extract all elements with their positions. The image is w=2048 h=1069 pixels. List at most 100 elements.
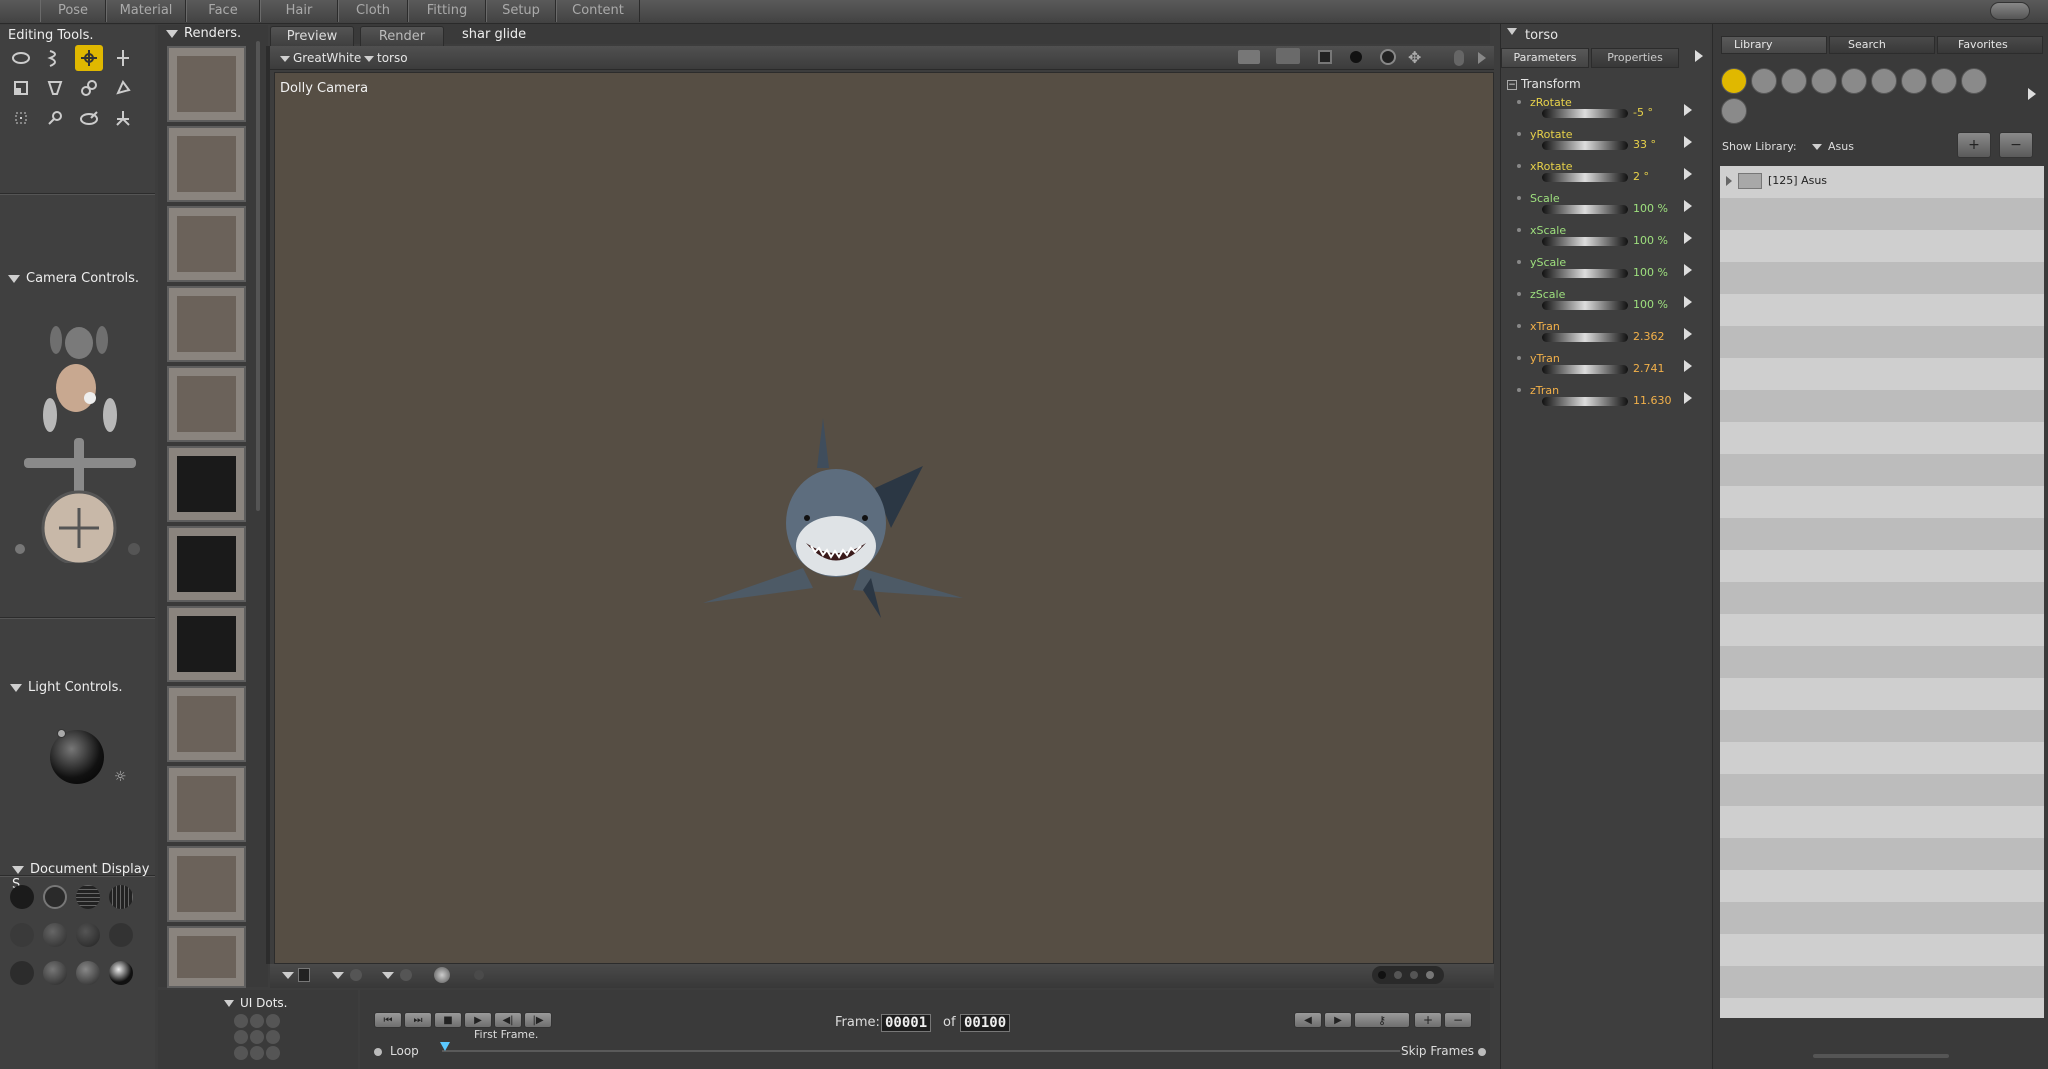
texture-shaded-style-icon[interactable] xyxy=(76,961,100,985)
view-magnifier-icon[interactable] xyxy=(41,105,69,131)
render-thumbnail[interactable] xyxy=(167,126,246,202)
param-menu-arrow-icon[interactable] xyxy=(1684,104,1692,116)
param-value[interactable]: 2 ° xyxy=(1633,170,1649,183)
next-frame-button[interactable]: |▶ xyxy=(524,1012,552,1028)
parameters-menu-arrow[interactable] xyxy=(1695,50,1703,62)
param-yscale[interactable]: yScale 100 % xyxy=(1505,256,1695,288)
tab-cloth[interactable]: Cloth xyxy=(338,0,408,22)
param-dial[interactable] xyxy=(1542,205,1628,214)
camera-control-widget[interactable] xyxy=(14,293,144,563)
param-zrotate[interactable]: zRotate -5 ° xyxy=(1505,96,1695,128)
expressions-category-icon[interactable] xyxy=(1781,68,1807,94)
light-sphere[interactable] xyxy=(50,730,104,784)
light-handle[interactable] xyxy=(57,729,66,738)
render-thumbnail[interactable] xyxy=(167,686,246,762)
render-thumbnail[interactable] xyxy=(167,286,246,362)
param-menu-arrow-icon[interactable] xyxy=(1684,392,1692,404)
param-ztran[interactable]: zTran 11.630 xyxy=(1505,384,1695,416)
tab-face[interactable]: Face xyxy=(186,0,260,22)
param-xrotate[interactable]: xRotate 2 ° xyxy=(1505,160,1695,192)
translate-tool-icon[interactable] xyxy=(75,45,103,71)
render-thumbnail[interactable] xyxy=(167,606,246,682)
tab-content[interactable]: Content xyxy=(556,0,640,22)
param-value[interactable]: 2.362 xyxy=(1633,330,1665,343)
group-collapse-icon[interactable]: − xyxy=(1507,80,1517,90)
param-value[interactable]: 2.741 xyxy=(1633,362,1665,375)
figure-circle-menu-icon[interactable] xyxy=(282,972,294,979)
chain-break-icon[interactable] xyxy=(75,75,103,101)
ui-dot[interactable] xyxy=(266,1014,280,1028)
edit-keyframes-button[interactable]: ⚷ xyxy=(1354,1012,1410,1028)
wireframe-style-icon[interactable] xyxy=(76,885,100,909)
expand-arrow-icon[interactable] xyxy=(1726,176,1732,186)
morph-brush-icon[interactable] xyxy=(75,105,103,131)
param-menu-arrow-icon[interactable] xyxy=(1684,168,1692,180)
scenes-category-icon[interactable] xyxy=(1721,98,1747,124)
render-thumbnail[interactable] xyxy=(167,206,246,282)
param-dial[interactable] xyxy=(1542,141,1628,150)
param-dial[interactable] xyxy=(1542,301,1628,310)
shading-ball-icon[interactable] xyxy=(1350,51,1362,63)
param-yrotate[interactable]: yRotate 33 ° xyxy=(1505,128,1695,160)
param-dial[interactable] xyxy=(1542,173,1628,182)
skip-frames-toggle[interactable] xyxy=(1478,1048,1486,1056)
render-thumbnail[interactable] xyxy=(167,846,246,922)
loop-toggle[interactable] xyxy=(374,1048,382,1056)
param-value[interactable]: 33 ° xyxy=(1633,138,1656,151)
scale-tool-icon[interactable] xyxy=(7,75,35,101)
props-category-icon[interactable] xyxy=(1871,68,1897,94)
ui-dot[interactable] xyxy=(250,1030,264,1044)
depth-cue-icon[interactable] xyxy=(350,969,362,981)
tab-hair[interactable]: Hair xyxy=(260,0,338,22)
grouping-tool-icon[interactable] xyxy=(7,105,35,131)
param-zscale[interactable]: zScale 100 % xyxy=(1505,288,1695,320)
actor-menu[interactable]: torso xyxy=(364,51,408,65)
remove-library-button[interactable]: − xyxy=(1999,132,2033,158)
hidden-line-style-icon[interactable] xyxy=(109,885,133,909)
rotate-tool-icon[interactable] xyxy=(7,45,35,71)
window-control-icon[interactable] xyxy=(1990,2,2030,20)
param-xscale[interactable]: xScale 100 % xyxy=(1505,224,1695,256)
poses-category-icon[interactable] xyxy=(1751,68,1777,94)
param-dial[interactable] xyxy=(1542,365,1628,374)
next-key-button[interactable]: ▶ xyxy=(1324,1012,1352,1028)
ui-dot[interactable] xyxy=(234,1014,248,1028)
lights-category-icon[interactable] xyxy=(1901,68,1927,94)
show-library-select[interactable]: Asus xyxy=(1812,140,1854,153)
tab-fitting[interactable]: Fitting xyxy=(408,0,486,22)
tab-favorites[interactable]: Favorites xyxy=(1937,36,2043,54)
go-to-start-button[interactable]: ⏮ xyxy=(374,1012,402,1028)
camera-icon[interactable] xyxy=(1238,50,1260,64)
render-area-icon[interactable] xyxy=(1318,50,1332,64)
tab-material[interactable]: Material xyxy=(106,0,186,22)
zoom-knob-icon[interactable] xyxy=(1454,50,1464,66)
param-menu-arrow-icon[interactable] xyxy=(1684,136,1692,148)
param-dial[interactable] xyxy=(1542,397,1628,406)
box-tracking-icon[interactable] xyxy=(298,968,310,982)
move-view-icon[interactable]: ✥ xyxy=(1408,48,1421,67)
render-thumbnail[interactable] xyxy=(167,926,246,988)
tab-setup[interactable]: Setup xyxy=(486,0,556,22)
camera-pair-icon[interactable] xyxy=(1276,48,1300,64)
render-thumbnail[interactable] xyxy=(167,766,246,842)
param-value[interactable]: -5 ° xyxy=(1633,106,1653,119)
param-ytran[interactable]: yTran 2.741 xyxy=(1505,352,1695,384)
delete-keyframe-button[interactable]: − xyxy=(1444,1012,1472,1028)
render-thumbnail[interactable] xyxy=(167,366,246,442)
direct-manipulation-icon[interactable] xyxy=(109,105,137,131)
param-dial[interactable] xyxy=(1542,333,1628,342)
tab-preview[interactable]: Preview xyxy=(270,26,354,46)
param-menu-arrow-icon[interactable] xyxy=(1684,296,1692,308)
param-menu-arrow-icon[interactable] xyxy=(1684,328,1692,340)
smooth-shaded-style-icon[interactable] xyxy=(43,961,67,985)
render-thumbnail[interactable] xyxy=(167,46,246,122)
twist-tool-icon[interactable] xyxy=(41,45,69,71)
param-value[interactable]: 100 % xyxy=(1633,202,1668,215)
hands-category-icon[interactable] xyxy=(1841,68,1867,94)
param-value[interactable]: 100 % xyxy=(1633,234,1668,247)
viewport[interactable]: Dolly Camera xyxy=(274,72,1494,964)
light-sun-icon[interactable]: ☼ xyxy=(114,769,127,785)
ui-dot[interactable] xyxy=(266,1030,280,1044)
depth-cue-menu-icon[interactable] xyxy=(332,972,344,979)
flat-lined-style-icon[interactable] xyxy=(109,923,133,947)
